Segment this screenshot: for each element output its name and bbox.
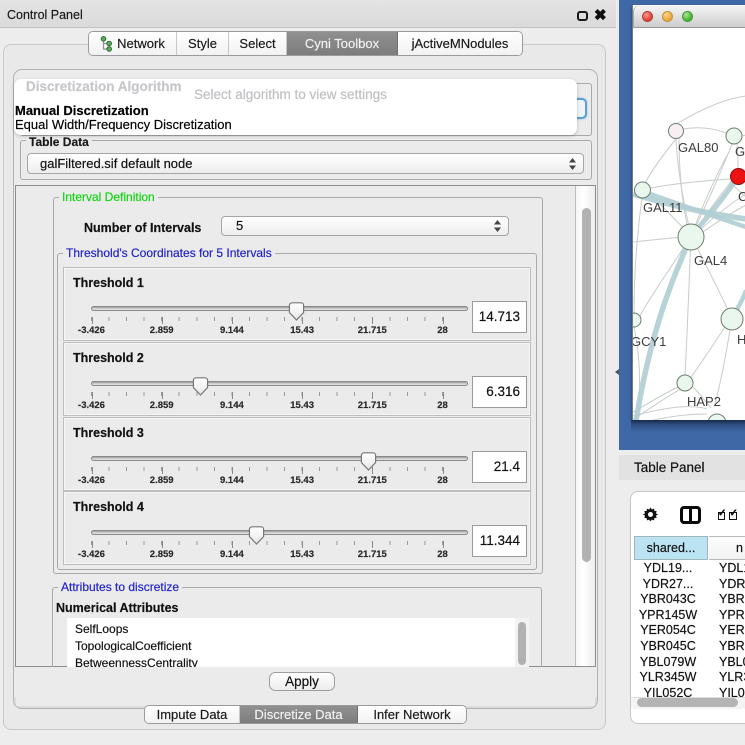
svg-text:HAP2: HAP2 [687,394,721,409]
svg-text:H: H [737,332,745,347]
svg-text:GAL4: GAL4 [694,253,727,268]
svg-text:GAL11: GAL11 [643,200,683,215]
svg-text:GCY1: GCY1 [633,334,666,349]
svg-text:GAL80: GAL80 [678,140,718,155]
svg-text:C: C [738,189,745,204]
svg-text:G: G [735,144,745,159]
